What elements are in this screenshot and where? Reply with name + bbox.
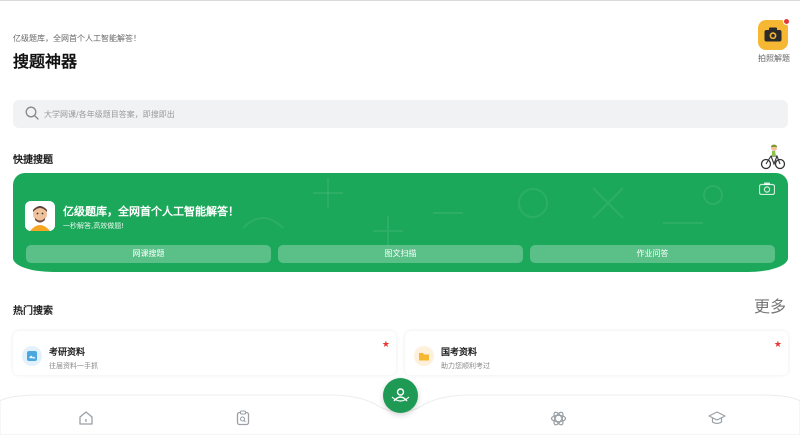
page: 亿级题库，全网首个人工智能解答！ 搜题神器 拍照解题 快捷搜题 (0, 0, 800, 435)
search-bar[interactable] (13, 100, 788, 128)
camera-solve-label: 拍照解题 (758, 54, 790, 63)
folder-icon (419, 353, 429, 361)
card-desc: 往届资料一手抓 (49, 362, 98, 370)
camera-solve-button[interactable] (758, 18, 790, 50)
hot-card-civil-exam[interactable]: 国考资料 助力您顺利考过 ★ (405, 331, 788, 375)
page-title: 搜题神器 (13, 52, 78, 71)
more-link[interactable]: 更多 (754, 293, 786, 317)
quick-search-banner: 亿级题库，全网首个人工智能解答！ 一秒解答,高效做题! 网课搜题 图文扫描 作业… (13, 173, 788, 272)
hot-search-title: 热门搜索 (13, 306, 53, 317)
center-scan-button[interactable] (383, 378, 418, 413)
card-icon-wrap (414, 346, 434, 366)
search-input[interactable] (44, 104, 744, 124)
cyclist-illustration-icon (760, 144, 786, 170)
graduation-cap-icon[interactable] (708, 410, 726, 426)
hot-card-postgrad[interactable]: 考研资料 往届资料一手抓 ★ (13, 331, 396, 375)
notification-dot (783, 18, 790, 25)
card-title: 国考资料 (441, 348, 478, 358)
ai-knot-icon[interactable] (550, 410, 567, 427)
banner-headline: 亿级题库，全网首个人工智能解答！ (63, 205, 239, 218)
camera-icon (764, 27, 782, 42)
card-title: 考研资料 (49, 348, 86, 358)
mascot-avatar (25, 201, 55, 231)
header-subtitle: 亿级题库，全网首个人工智能解答！ (13, 34, 141, 43)
online-course-search-button[interactable]: 网课搜题 (26, 245, 271, 263)
card-icon-wrap (22, 346, 42, 366)
mascot-icon (25, 201, 55, 231)
search-icon (25, 106, 39, 120)
banner-subline: 一秒解答,高效做题! (63, 222, 125, 230)
quick-search-title: 快捷搜题 (13, 155, 53, 166)
scan-person-icon (391, 388, 410, 402)
homework-qa-button[interactable]: 作业问答 (530, 245, 775, 263)
document-image-icon (27, 351, 37, 361)
star-icon: ★ (773, 340, 782, 350)
card-desc: 助力您顺利考过 (441, 362, 490, 370)
top-divider (0, 0, 800, 1)
clipboard-search-icon[interactable] (235, 410, 251, 426)
star-icon: ★ (381, 340, 390, 350)
image-text-scan-button[interactable]: 图文扫描 (278, 245, 523, 263)
home-icon[interactable] (78, 410, 94, 426)
banner-camera-icon[interactable] (759, 182, 775, 195)
